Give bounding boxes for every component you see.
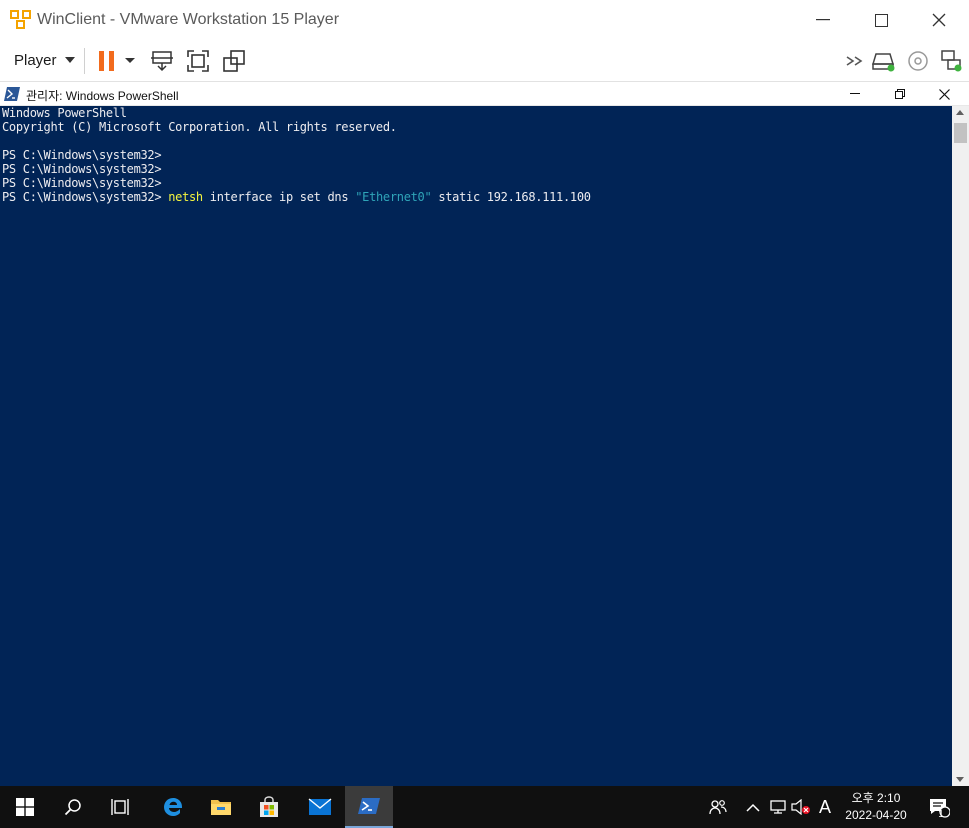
- maximize-button[interactable]: [852, 0, 910, 40]
- player-menu-button[interactable]: Player: [8, 46, 81, 74]
- taskbar-mail-button[interactable]: [297, 786, 343, 828]
- store-icon: [260, 796, 278, 817]
- clock-date: 2022-04-20: [845, 808, 907, 822]
- command-name: netsh: [168, 190, 203, 204]
- powershell-icon: [358, 798, 380, 814]
- double-chevron-right-icon: [846, 56, 863, 66]
- network-status-button[interactable]: [767, 786, 789, 828]
- search-button[interactable]: [50, 786, 96, 828]
- vmware-logo-icon: [10, 10, 31, 29]
- cd-icon: [908, 51, 928, 71]
- taskbar-store-button[interactable]: [246, 786, 292, 828]
- full-screen-button[interactable]: [183, 46, 213, 76]
- clock-time: 오후 2:10: [851, 791, 901, 805]
- scroll-down-icon[interactable]: [956, 777, 964, 782]
- player-menu-label: Player: [14, 51, 57, 69]
- hard-disk-button[interactable]: [869, 46, 899, 76]
- taskbar: A 오후 2:10 2022-04-20 1: [0, 786, 969, 828]
- console-line: Copyright (C) Microsoft Corporation. All…: [2, 120, 397, 134]
- hard-disk-icon: [872, 53, 895, 72]
- restore-icon: [894, 89, 905, 99]
- minimize-icon: [816, 19, 830, 21]
- unity-icon: [223, 50, 245, 72]
- console-output: Windows PowerShell Copyright (C) Microsof…: [2, 106, 591, 204]
- vmware-toolbar: [0, 40, 969, 82]
- scroll-up-icon[interactable]: [956, 110, 964, 115]
- taskbar-clock[interactable]: 오후 2:10 2022-04-20: [836, 790, 916, 824]
- input-method-indicator[interactable]: A: [814, 786, 836, 828]
- start-button[interactable]: [2, 786, 48, 828]
- command-args: static 192.168.111.100: [438, 190, 591, 204]
- console-command-line[interactable]: PS C:\Windows\system32> netsh interface …: [2, 190, 591, 204]
- minimize-icon: [849, 93, 860, 94]
- close-button[interactable]: [910, 0, 968, 40]
- maximize-icon: [874, 13, 888, 27]
- taskbar-file-explorer-button[interactable]: [198, 786, 244, 828]
- close-icon: [939, 88, 950, 100]
- search-icon: [64, 799, 81, 816]
- close-icon: [932, 13, 946, 27]
- task-view-button[interactable]: [97, 786, 143, 828]
- volume-button[interactable]: [790, 786, 812, 828]
- full-screen-icon: [187, 50, 209, 72]
- chevron-down-icon: [125, 58, 135, 63]
- unity-button[interactable]: [219, 46, 249, 76]
- network-icon: [770, 800, 786, 814]
- edge-browser-icon: [164, 798, 183, 816]
- power-menu-button[interactable]: [118, 46, 142, 76]
- task-view-icon: [111, 799, 129, 815]
- taskbar-edge-button[interactable]: [150, 786, 196, 828]
- chevron-up-icon: [746, 803, 760, 812]
- send-ctrl-alt-del-button[interactable]: [147, 46, 177, 76]
- window-title: WinClient - VMware Workstation 15 Player: [37, 11, 340, 28]
- show-hidden-icons-button[interactable]: [742, 786, 764, 828]
- windows-logo-icon: [16, 798, 34, 816]
- powershell-close-button[interactable]: [922, 82, 967, 106]
- console-prompt-line: PS C:\Windows\system32>: [2, 176, 162, 190]
- folder-icon: [211, 800, 231, 815]
- console-line: ​: [2, 134, 591, 148]
- console-prompt-line: PS C:\Windows\system32>: [2, 162, 162, 176]
- console-scrollbar[interactable]: [952, 106, 969, 786]
- send-keys-icon: [151, 51, 173, 72]
- console-prompt-line: PS C:\Windows\system32>: [2, 148, 162, 162]
- toolbar-separator: [84, 48, 85, 74]
- notification-count: 1: [938, 809, 944, 820]
- mail-icon: [308, 798, 332, 815]
- cd-dvd-button[interactable]: [903, 46, 933, 76]
- console-line: Windows PowerShell: [2, 106, 127, 120]
- powershell-icon: [4, 87, 20, 101]
- powershell-console[interactable]: Windows PowerShell Copyright (C) Microsof…: [0, 106, 952, 786]
- pause-icon: [99, 51, 114, 71]
- console-prompt: PS C:\Windows\system32>: [2, 190, 162, 204]
- people-icon: [709, 800, 727, 815]
- network-adapter-button[interactable]: [936, 46, 966, 76]
- action-center-button[interactable]: 1: [924, 786, 954, 828]
- taskbar-powershell-button[interactable]: [345, 786, 393, 828]
- volume-muted-icon: [791, 799, 810, 815]
- powershell-title: 관리자: Windows PowerShell: [26, 89, 179, 103]
- expand-devices-button[interactable]: [840, 46, 870, 76]
- people-button[interactable]: [706, 786, 730, 828]
- chevron-down-icon: [64, 57, 75, 63]
- network-icon: [941, 50, 962, 72]
- command-string-arg: "Ethernet0": [355, 190, 432, 204]
- scroll-thumb[interactable]: [954, 123, 967, 143]
- command-args: interface ip set dns: [209, 190, 349, 204]
- minimize-button[interactable]: [794, 0, 852, 40]
- powershell-restore-button[interactable]: [877, 82, 922, 106]
- powershell-minimize-button[interactable]: [832, 82, 877, 106]
